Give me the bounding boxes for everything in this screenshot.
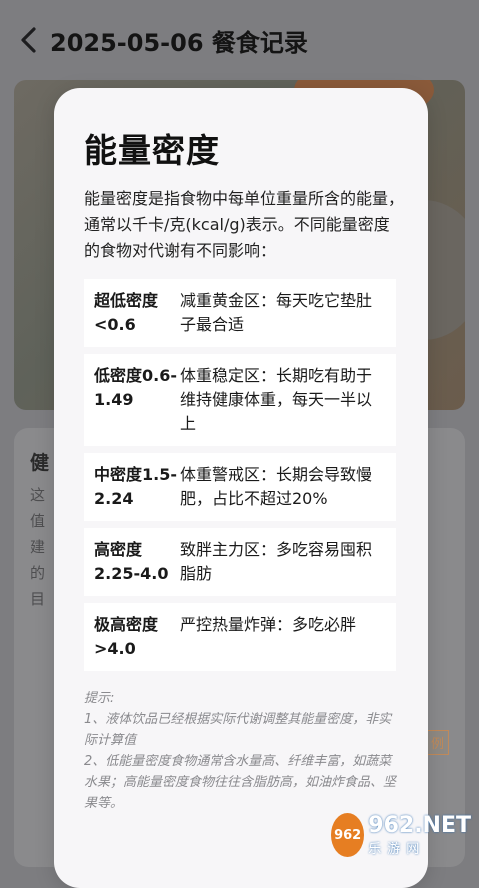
table-row: 高密度2.25-4.0 致胖主力区：多吃容易囤积脂肪 [84, 528, 396, 596]
health-card-line: 的 [30, 564, 46, 582]
health-card-heading: 健 [30, 452, 50, 474]
top-bar: 2025-05-06 餐食记录 [0, 0, 479, 80]
modal-title: 能量密度 [84, 131, 220, 170]
site-watermark: 962 962.NET 乐游网 [331, 809, 471, 861]
tip-item: 1、液体饮品已经根据实际代谢调整其能量密度，非实际计算值 [84, 712, 392, 748]
health-card-line: 值 [30, 512, 46, 530]
health-card-line: 建 [30, 538, 46, 556]
density-level: 中密度1.5-2.24 [94, 465, 177, 508]
back-button[interactable] [14, 26, 42, 54]
watermark-sub: 乐游网 [368, 841, 426, 857]
energy-density-modal: 能量密度 能量密度是指食物中每单位重量所含的能量，通常以千卡/克(kcal/g)… [54, 88, 428, 888]
table-row: 极高密度>4.0 严控热量炸弹：多吃必胖 [84, 603, 396, 671]
density-effect: 减重黄金区：每天吃它垫肚子最合适 [180, 291, 373, 334]
tips-section: 提示: 1、液体饮品已经根据实际代谢调整其能量密度，非实际计算值 2、低能量密度… [84, 688, 404, 814]
density-effect: 严控热量炸弹：多吃必胖 [180, 615, 357, 634]
health-card-line: 目 [30, 590, 46, 608]
table-row: 中密度1.5-2.24 体重警戒区：长期会导致慢肥，占比不超过20% [84, 453, 396, 521]
density-level: 极高密度>4.0 [94, 615, 159, 658]
tip-item: 2、低能量密度食物通常含水量高、纤维丰富，如蔬菜水果；高能量密度食物往往含脂肪高… [84, 754, 397, 811]
modal-description: 能量密度是指食物中每单位重量所含的能量，通常以千卡/克(kcal/g)表示。不同… [84, 189, 405, 260]
density-effect: 致胖主力区：多吃容易囤积脂肪 [180, 540, 373, 583]
watermark-main: 962.NET [368, 812, 471, 838]
density-level: 超低密度<0.6 [94, 291, 159, 334]
density-level: 高密度2.25-4.0 [94, 540, 169, 583]
chevron-left-icon [21, 27, 36, 53]
table-row: 低密度0.6-1.49 体重稳定区：长期吃有助于维持健康体重，每天一半以上 [84, 354, 396, 446]
density-level: 低密度0.6-1.49 [94, 366, 177, 409]
tips-title: 提示: [84, 691, 115, 706]
density-effect: 体重警戒区：长期会导致慢肥，占比不超过20% [180, 465, 373, 508]
page-title: 2025-05-06 餐食记录 [50, 28, 308, 57]
density-effect: 体重稳定区：长期吃有助于维持健康体重，每天一半以上 [180, 366, 373, 433]
density-table: 超低密度<0.6 减重黄金区：每天吃它垫肚子最合适 低密度0.6-1.49 体重… [84, 279, 396, 678]
watermark-logo-icon: 962 [331, 813, 365, 857]
table-row: 超低密度<0.6 减重黄金区：每天吃它垫肚子最合适 [84, 279, 396, 347]
example-tag[interactable]: 例 [425, 730, 449, 755]
health-card-line: 这 [30, 486, 46, 504]
